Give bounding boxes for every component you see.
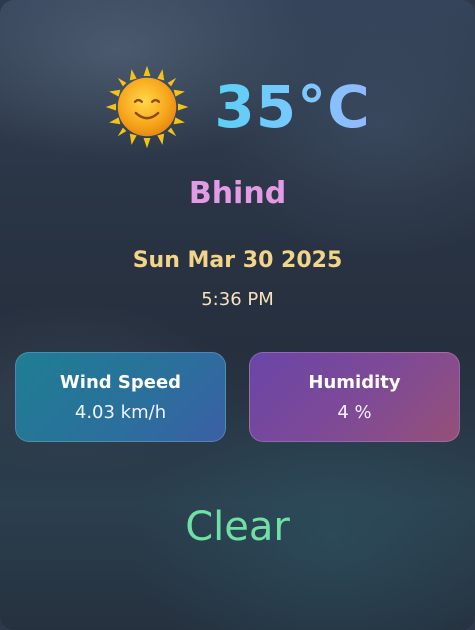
current-time: 5:36 PM xyxy=(201,289,274,310)
weather-header: 35°C xyxy=(0,62,475,152)
wind-speed-value: 4.03 km/h xyxy=(74,402,167,423)
humidity-label: Humidity xyxy=(308,372,401,393)
smiling-sun-icon xyxy=(106,65,189,149)
humidity-value: 4 % xyxy=(337,402,372,423)
wind-speed-label: Wind Speed xyxy=(59,372,182,393)
weather-card: 35°C Bhind Sun Mar 30 2025 5:36 PM Wind … xyxy=(0,0,475,630)
wind-speed-card: Wind Speed 4.03 km/h xyxy=(15,352,226,442)
current-date: Sun Mar 30 2025 xyxy=(132,248,343,273)
city-name: Bhind xyxy=(188,176,287,211)
humidity-card: Humidity 4 % xyxy=(249,352,460,442)
weather-condition: Clear xyxy=(185,504,290,550)
temperature-value: 35°C xyxy=(214,73,371,141)
